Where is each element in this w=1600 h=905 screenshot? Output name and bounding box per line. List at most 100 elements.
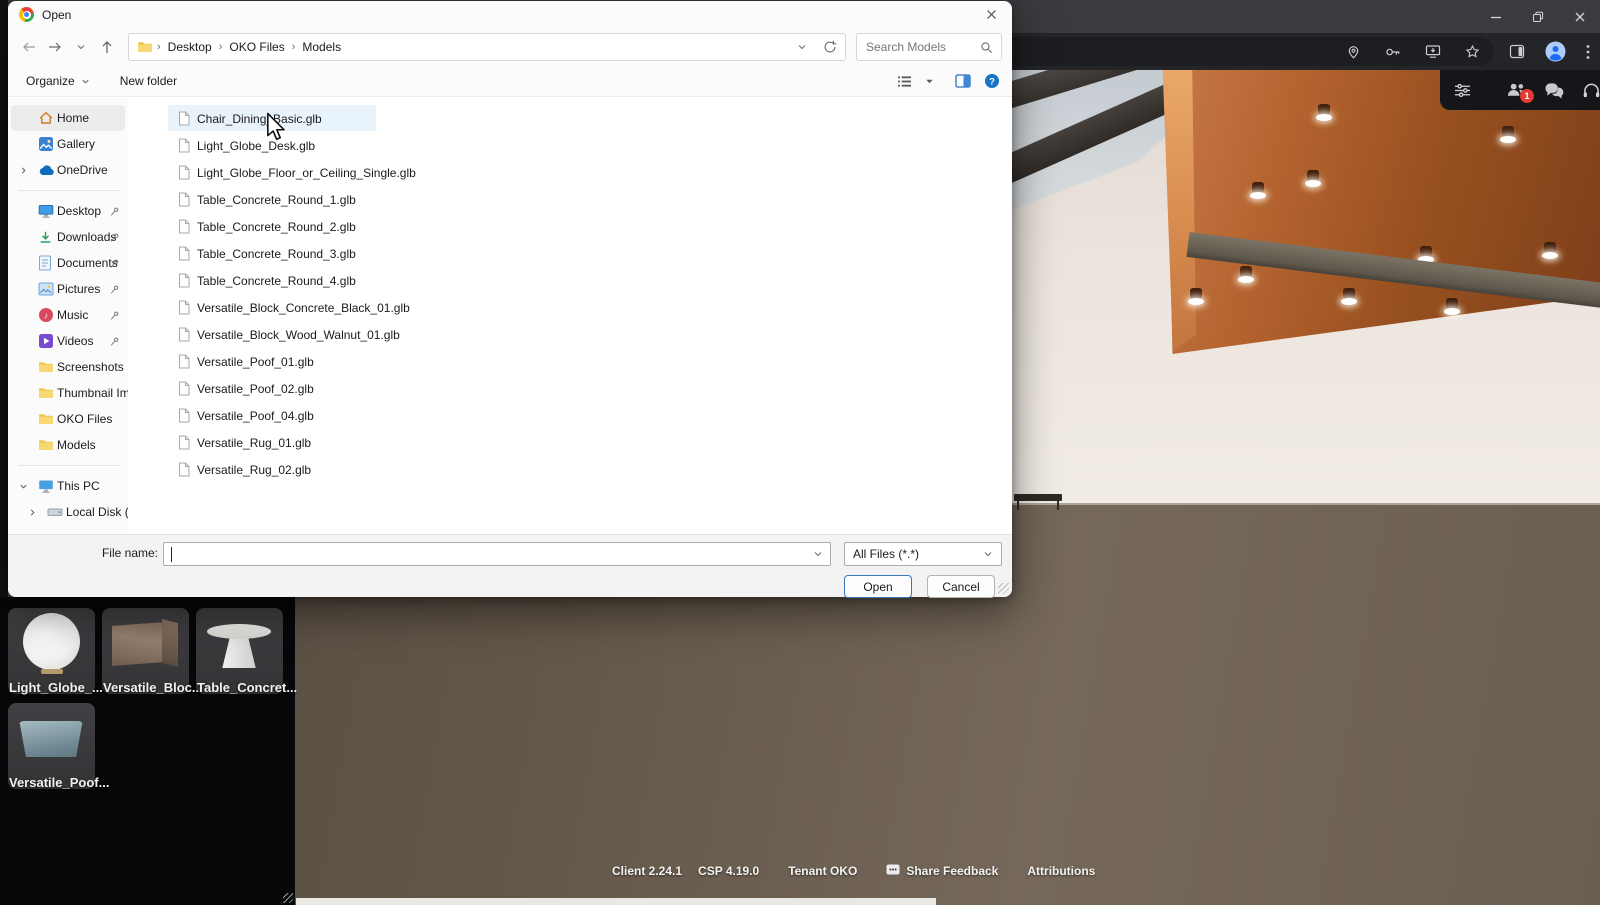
sliders-icon[interactable] <box>1453 82 1472 99</box>
dialog-titlebar: Open <box>8 1 1012 28</box>
file-item[interactable]: Versatile_Poof_04.glb <box>160 402 1002 429</box>
list-view-icon[interactable] <box>897 75 912 88</box>
chat-icon[interactable] <box>1544 82 1565 99</box>
file-icon <box>178 381 190 396</box>
preview-pane-icon[interactable] <box>955 74 971 88</box>
search-input[interactable] <box>857 40 980 54</box>
file-icon <box>178 354 190 369</box>
sidebar-item-label: Thumbnail Imag <box>57 386 128 400</box>
dialog-footer: File name: All Files (*.*) Open Cancel <box>8 534 1012 597</box>
recent-locations-chevron-icon[interactable] <box>68 34 94 60</box>
sidebar-item-pictures[interactable]: Pictures <box>11 276 125 302</box>
file-name-dropdown-chevron-icon[interactable] <box>813 549 823 559</box>
file-item[interactable]: Versatile_Poof_01.glb <box>160 348 1002 375</box>
menu-kebab-icon[interactable] <box>1586 44 1590 60</box>
star-icon[interactable] <box>1465 44 1480 59</box>
file-icon <box>178 138 190 153</box>
pin-icon <box>109 336 120 347</box>
svg-text:♪: ♪ <box>44 311 49 321</box>
dialog-resize-grip[interactable] <box>998 583 1009 594</box>
sidebar-item-label: Downloads <box>57 230 116 244</box>
sidebar-item-label: OKO Files <box>57 412 112 426</box>
chevron-right-icon[interactable] <box>19 166 28 175</box>
search-icon[interactable] <box>980 41 993 54</box>
file-icon <box>178 408 190 423</box>
close-icon[interactable] <box>1560 0 1600 33</box>
pin-icon <box>109 284 120 295</box>
restore-icon[interactable] <box>1518 0 1558 33</box>
sidebar-item-oko-files[interactable]: OKO Files <box>11 406 125 432</box>
breadcrumb-segment-models[interactable]: Models <box>299 38 344 56</box>
file-icon <box>178 165 190 180</box>
status-label: CSP 4.19.0 <box>698 864 759 878</box>
file-item[interactable]: Table_Concrete_Round_4.glb <box>160 267 1002 294</box>
chevron-right-icon[interactable] <box>28 508 37 517</box>
file-name: Table_Concrete_Round_3.glb <box>197 247 356 261</box>
file-item[interactable]: Versatile_Rug_02.glb <box>160 456 1002 483</box>
status-share-feedback[interactable]: Share Feedback <box>886 864 998 878</box>
sidebar-item-home[interactable]: Home <box>11 105 125 131</box>
sidebar-item-documents[interactable]: Documents <box>11 250 125 276</box>
up-icon[interactable] <box>94 34 120 60</box>
asset-thumbnail <box>196 608 283 678</box>
address-dropdown-chevron-icon[interactable] <box>797 42 807 52</box>
file-item[interactable]: Light_Globe_Floor_or_Ceiling_Single.glb <box>160 159 1002 186</box>
breadcrumb-separator: › <box>215 41 227 53</box>
breadcrumb-segment-oko-files[interactable]: OKO Files <box>226 38 287 56</box>
location-icon[interactable] <box>1346 44 1361 60</box>
view-options-chevron-icon[interactable] <box>925 77 934 86</box>
file-item[interactable]: Versatile_Block_Concrete_Black_01.glb <box>160 294 1002 321</box>
file-item[interactable]: Versatile_Poof_02.glb <box>160 375 1002 402</box>
scene-wall-skirt <box>1012 503 1600 505</box>
sidebar-item-thumbnail-imag[interactable]: Thumbnail Imag <box>11 380 125 406</box>
breadcrumb-segment-desktop[interactable]: Desktop <box>165 38 215 56</box>
new-folder-button[interactable]: New folder <box>112 69 185 93</box>
dialog-close-icon[interactable] <box>976 3 1006 25</box>
sidebar-item-downloads[interactable]: Downloads <box>11 224 125 250</box>
sidebar-item-gallery[interactable]: Gallery <box>11 131 125 157</box>
file-name-field[interactable] <box>163 542 831 566</box>
chrome-logo-icon <box>19 7 34 22</box>
install-icon[interactable] <box>1425 44 1441 59</box>
file-item[interactable]: Versatile_Rug_01.glb <box>160 429 1002 456</box>
status-attributions[interactable]: Attributions <box>1027 864 1095 878</box>
file-name-input[interactable] <box>164 547 813 561</box>
help-icon[interactable]: ? <box>984 73 1000 89</box>
sidebar-item-this-pc[interactable]: This PC <box>11 473 125 499</box>
file-item[interactable]: Versatile_Block_Wood_Walnut_01.glb <box>160 321 1002 348</box>
text-caret <box>171 547 172 562</box>
panel-resize-grip[interactable] <box>283 893 293 903</box>
minimize-icon[interactable] <box>1476 0 1516 33</box>
file-item[interactable]: Table_Concrete_Round_3.glb <box>160 240 1002 267</box>
file-item[interactable]: Table_Concrete_Round_2.glb <box>160 213 1002 240</box>
asset-tile-versatile-bloc[interactable]: Versatile_Bloc... <box>102 608 189 694</box>
headphones-icon[interactable] <box>1582 82 1600 99</box>
file-type-select[interactable]: All Files (*.*) <box>844 542 1002 566</box>
key-icon[interactable] <box>1385 46 1401 58</box>
back-icon[interactable] <box>16 34 42 60</box>
sidebar-item-onedrive[interactable]: OneDrive <box>11 157 125 183</box>
refresh-icon[interactable] <box>823 40 837 54</box>
asset-tile-table-concret[interactable]: Table_Concret... <box>196 608 283 694</box>
chevron-down-icon[interactable] <box>19 482 28 491</box>
window-edge <box>0 0 8 597</box>
sidebar-item-videos[interactable]: Videos <box>11 328 125 354</box>
sidebar-item-models[interactable]: Models <box>11 432 125 458</box>
open-button[interactable]: Open <box>844 575 912 598</box>
cancel-button[interactable]: Cancel <box>927 575 995 598</box>
file-item[interactable]: Table_Concrete_Round_1.glb <box>160 186 1002 213</box>
breadcrumb[interactable]: ›Desktop›OKO Files›Models <box>128 33 846 61</box>
videos-icon <box>38 333 54 349</box>
forward-icon[interactable] <box>42 34 68 60</box>
profile-avatar[interactable] <box>1545 41 1566 62</box>
organize-button[interactable]: Organize <box>18 69 98 93</box>
sidebar-item-local-disk-c[interactable]: Local Disk (C:) <box>11 499 125 525</box>
asset-tile-light-globe[interactable]: Light_Globe_... <box>8 608 95 694</box>
sidebar-item-music[interactable]: ♪Music <box>11 302 125 328</box>
sidebar-item-screenshots[interactable]: Screenshots <box>11 354 125 380</box>
status-tenant-oko: Tenant OKO <box>788 864 857 878</box>
asset-tile-versatile-poof[interactable]: Versatile_Poof... <box>8 703 95 789</box>
sidebar-item-desktop[interactable]: Desktop <box>11 198 125 224</box>
pin-icon <box>109 310 120 321</box>
side-panel-icon[interactable] <box>1509 44 1525 59</box>
